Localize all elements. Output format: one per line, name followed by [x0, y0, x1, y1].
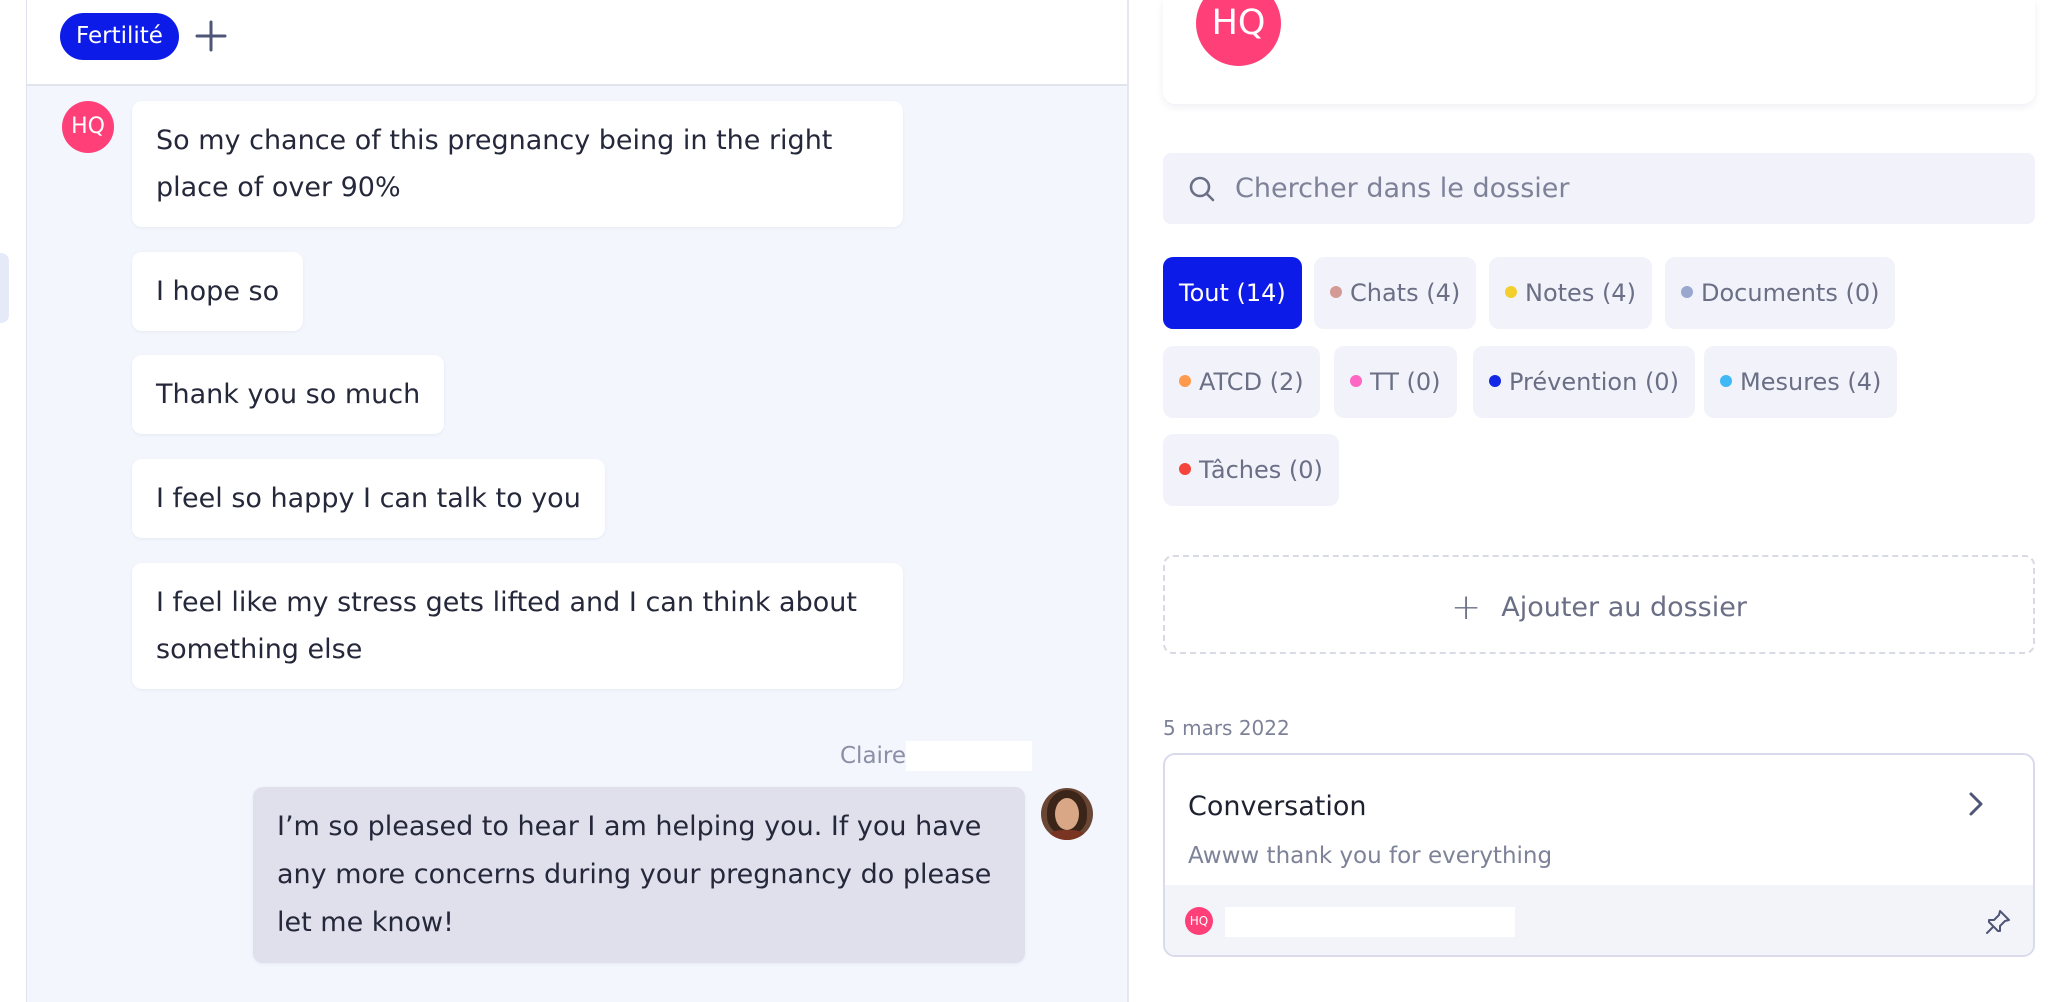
search-icon: [1189, 176, 1215, 202]
entry-preview: Awww thank you for everything: [1188, 843, 1553, 869]
dossier-panel: HQ Tout (14) Chats (4) Notes (4) Documen…: [1129, 0, 2048, 1002]
filter-label: ATCD (2): [1199, 368, 1304, 396]
dossier-search[interactable]: [1163, 153, 2035, 224]
reply-bubble: I’m so pleased to hear I am helping you.…: [253, 787, 1025, 963]
filter-chats[interactable]: Chats (4): [1314, 257, 1477, 329]
category-dot: [1681, 286, 1693, 298]
filter-label: Documents (0): [1701, 279, 1880, 307]
chat-panel: Fertilité HQ So my chance of this pregna…: [27, 0, 1129, 1002]
search-input[interactable]: [1235, 153, 2015, 224]
add-to-dossier-label: Ajouter au dossier: [1501, 592, 1747, 623]
filter-notes[interactable]: Notes (4): [1489, 257, 1652, 329]
add-to-dossier-button[interactable]: + Ajouter au dossier: [1163, 555, 2035, 654]
category-dot: [1179, 463, 1191, 475]
message-bubble: Thank you so much: [132, 355, 445, 434]
redacted-field: [1225, 907, 1515, 937]
author-avatar: HQ: [1185, 907, 1213, 935]
filter-mesures[interactable]: Mesures (4): [1704, 346, 1898, 418]
entry-title: Conversation: [1188, 791, 1367, 822]
pin-icon[interactable]: [1983, 907, 2013, 937]
left-nav-strip: [0, 0, 27, 1002]
add-tag-button[interactable]: [189, 14, 233, 58]
patient-profile-card: HQ: [1163, 0, 2035, 104]
message-bubble: I feel like my stress gets lifted and I …: [132, 563, 903, 689]
filter-label: Tâches (0): [1199, 456, 1323, 484]
message-bubble: So my chance of this pregnancy being in …: [132, 101, 903, 227]
category-dot: [1330, 286, 1342, 298]
patient-avatar-large: HQ: [1196, 0, 1281, 66]
plus-icon: [195, 20, 227, 52]
patient-avatar: HQ: [62, 101, 114, 153]
conversation-entry-card[interactable]: Conversation Awww thank you for everythi…: [1163, 753, 2035, 957]
filter-label: Mesures (4): [1740, 368, 1882, 396]
message-bubble: I hope so: [132, 252, 304, 331]
chevron-right-icon[interactable]: [1961, 789, 1991, 819]
plus-icon: +: [1451, 587, 1482, 628]
filter-label: Prévention (0): [1509, 368, 1679, 396]
filter-tt[interactable]: TT (0): [1334, 346, 1457, 418]
entry-date: 5 mars 2022: [1163, 716, 1290, 740]
filter-label: TT (0): [1370, 368, 1441, 396]
practitioner-avatar: [1041, 788, 1093, 840]
filter-taches[interactable]: Tâches (0): [1163, 434, 1339, 506]
filter-atcd[interactable]: ATCD (2): [1163, 346, 1320, 418]
chat-header: Fertilité: [27, 0, 1127, 86]
message-bubble: I feel so happy I can talk to you: [132, 459, 605, 538]
tag-fertilite[interactable]: Fertilité: [60, 13, 179, 60]
sender-name: Claire: [840, 743, 907, 769]
redacted-field: [906, 741, 1032, 771]
filter-documents[interactable]: Documents (0): [1665, 257, 1896, 329]
category-dot: [1350, 375, 1362, 387]
category-dot: [1489, 375, 1501, 387]
filter-prevention[interactable]: Prévention (0): [1473, 346, 1695, 418]
category-dot: [1179, 375, 1191, 387]
filter-label: Tout (14): [1179, 279, 1286, 307]
filter-label: Notes (4): [1525, 279, 1636, 307]
category-dot: [1720, 375, 1732, 387]
entry-footer: HQ: [1165, 885, 2033, 955]
filter-tout[interactable]: Tout (14): [1163, 257, 1302, 329]
category-dot: [1505, 286, 1517, 298]
filter-label: Chats (4): [1350, 279, 1461, 307]
nav-active-indicator: [0, 253, 9, 323]
